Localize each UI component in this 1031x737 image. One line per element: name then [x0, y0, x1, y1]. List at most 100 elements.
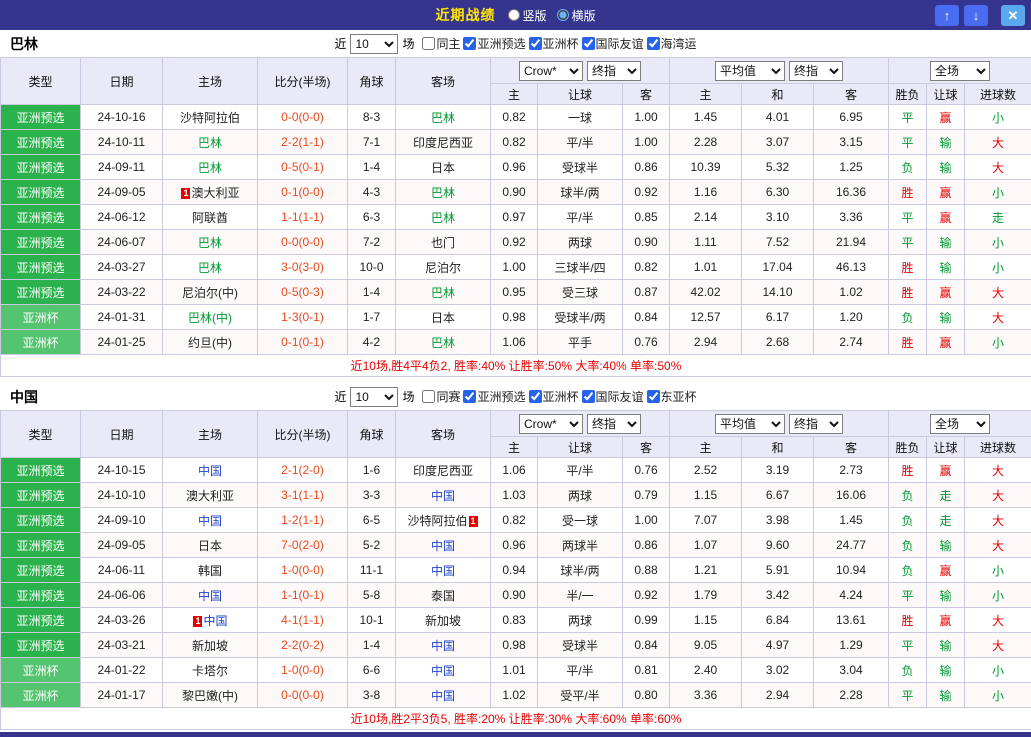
handicap-home-odds-cell: 0.94: [490, 557, 538, 583]
move-up-button[interactable]: ↑: [935, 4, 959, 26]
window-controls: ↑ ↓ ✕: [935, 4, 1025, 26]
scope-select[interactable]: 全场: [930, 60, 990, 81]
summary-row: 近10场,胜2平3负5, 胜率:20% 让胜率:30% 大率:60% 单率:60…: [0, 707, 1031, 730]
away-team-cell: 巴林: [395, 104, 491, 130]
match-type-cell: 亚洲预选: [0, 179, 81, 205]
vertical-radio-label: 竖版: [522, 8, 547, 23]
match-row: 亚洲预选 24-09-05 日本 7-0(2-0) 5-2 中国 0.96 两球半 0.86 1.…: [0, 532, 1031, 558]
avg-source-select[interactable]: 平均值: [715, 413, 785, 434]
handicap-away-odds-cell: 0.90: [622, 229, 670, 255]
home-team-cell: 巴林: [162, 254, 258, 280]
layout-option-horizontal[interactable]: 横版: [556, 7, 596, 24]
handicap-result-cell: 输: [926, 582, 965, 608]
goals-cell: 大: [963, 457, 1031, 483]
goals-cell: 小: [963, 657, 1031, 683]
close-icon: ✕: [1007, 7, 1019, 23]
match-row: 亚洲预选 24-03-27 巴林 3-0(3-0) 10-0 尼泊尔 1.00 三球半/四 0.…: [0, 254, 1031, 280]
close-button[interactable]: ✕: [1001, 4, 1025, 26]
checkbox-label: 国际友谊: [595, 37, 644, 51]
home-team-cell: 约旦(中): [162, 329, 258, 355]
avg-time-select[interactable]: 终指: [789, 413, 843, 434]
avg-away-odds-cell: 2.28: [813, 682, 889, 708]
recent-count-select[interactable]: 10: [350, 33, 399, 54]
checkbox-国际友谊[interactable]: [581, 37, 595, 50]
handicap-result-cell: 输: [926, 229, 965, 255]
scope-select[interactable]: 全场: [930, 413, 990, 434]
filter-checkboxes: 同赛 亚洲预选 亚洲杯 国际友谊 东亚杯: [422, 388, 697, 405]
handicap-line-cell: 受三球: [537, 279, 623, 305]
home-team-cell: 巴林: [162, 154, 258, 180]
goals-cell: 小: [963, 104, 1031, 130]
avg-draw-odds-cell: 3.42: [741, 582, 814, 608]
recent-count-select[interactable]: 10: [350, 386, 399, 407]
checkbox-同赛[interactable]: [422, 390, 436, 403]
filter-checkbox[interactable]: 亚洲预选: [463, 35, 526, 52]
avg-source-select[interactable]: 平均值: [715, 60, 785, 81]
layout-option-vertical[interactable]: 竖版: [507, 7, 547, 24]
checkbox-同主[interactable]: [422, 37, 436, 50]
goals-cell: 小: [963, 254, 1031, 280]
score-cell: 1-2(1-1): [257, 507, 348, 533]
window-title: 近期战绩: [435, 7, 496, 23]
filter-checkbox[interactable]: 亚洲杯: [528, 388, 579, 405]
match-type-cell: 亚洲杯: [0, 657, 81, 683]
checkbox-label: 亚洲杯: [542, 390, 579, 404]
red-card-badge: 1: [193, 615, 203, 627]
games-label: 场: [402, 37, 415, 51]
filter-checkbox[interactable]: 国际友谊: [581, 388, 644, 405]
handicap-line-cell: 受平/半: [537, 682, 623, 708]
handicap-line-cell: 三球半/四: [537, 254, 623, 280]
team-label: 印度尼西亚: [412, 463, 473, 478]
checkbox-亚洲预选[interactable]: [463, 390, 477, 403]
team-label: 新加坡: [424, 613, 461, 628]
section-bahrain: 巴林 近 10 场 同主 亚洲预选 亚洲杯 国际友谊 海湾运 类型 日期 主场 比分(半…: [0, 30, 1031, 377]
col-away: 客场: [395, 57, 491, 105]
handicap-away-odds-cell: 0.76: [622, 457, 670, 483]
filter-checkbox[interactable]: 同赛: [422, 388, 460, 405]
checkbox-亚洲预选[interactable]: [463, 37, 477, 50]
result-cell: 平: [888, 682, 927, 708]
filter-checkbox[interactable]: 亚洲杯: [528, 35, 579, 52]
handicap-odds-header: Crow* 终指: [490, 410, 670, 437]
odds-time-select[interactable]: 终指: [587, 413, 641, 434]
checkbox-海湾运[interactable]: [646, 37, 660, 50]
avg-draw-odds-cell: 6.17: [741, 304, 814, 330]
checkbox-亚洲杯[interactable]: [528, 390, 542, 403]
result-cell: 胜: [888, 457, 927, 483]
subcol-avg-home: 主: [669, 83, 742, 105]
goals-cell: 大: [963, 532, 1031, 558]
filter-checkbox[interactable]: 东亚杯: [646, 388, 697, 405]
avg-time-select[interactable]: 终指: [789, 60, 843, 81]
checkbox-国际友谊[interactable]: [581, 390, 595, 403]
horizontal-radio[interactable]: [556, 9, 569, 21]
date-cell: 24-09-05: [80, 179, 163, 205]
filter-checkbox[interactable]: 亚洲预选: [463, 388, 526, 405]
team-label: 中国: [197, 588, 222, 603]
filter-checkboxes: 同主 亚洲预选 亚洲杯 国际友谊 海湾运: [422, 35, 697, 52]
score-cell: 7-0(2-0): [257, 532, 348, 558]
checkbox-label: 海湾运: [660, 37, 697, 51]
match-type-cell: 亚洲预选: [0, 129, 81, 155]
odds-time-select[interactable]: 终指: [587, 60, 641, 81]
horizontal-radio-label: 横版: [571, 8, 596, 23]
match-type-cell: 亚洲预选: [0, 229, 81, 255]
handicap-away-odds-cell: 0.92: [622, 582, 670, 608]
odds-source-select[interactable]: Crow*: [519, 60, 583, 81]
team-label: 卡塔尔: [191, 663, 228, 678]
move-down-button[interactable]: ↓: [964, 4, 988, 26]
avg-draw-odds-cell: 3.10: [741, 204, 814, 230]
filter-checkbox[interactable]: 海湾运: [646, 35, 697, 52]
date-cell: 24-09-05: [80, 532, 163, 558]
corner-cell: 11-1: [347, 557, 396, 583]
vertical-radio[interactable]: [507, 9, 520, 21]
filter-checkbox[interactable]: 国际友谊: [581, 35, 644, 52]
odds-source-select[interactable]: Crow*: [519, 413, 583, 434]
result-cell: 平: [888, 104, 927, 130]
checkbox-东亚杯[interactable]: [646, 390, 660, 403]
avg-draw-odds-cell: 3.98: [741, 507, 814, 533]
filter-checkbox[interactable]: 同主: [422, 35, 460, 52]
checkbox-亚洲杯[interactable]: [528, 37, 542, 50]
corner-cell: 10-0: [347, 254, 396, 280]
avg-home-odds-cell: 1.07: [669, 532, 742, 558]
handicap-home-odds-cell: 0.82: [490, 507, 538, 533]
